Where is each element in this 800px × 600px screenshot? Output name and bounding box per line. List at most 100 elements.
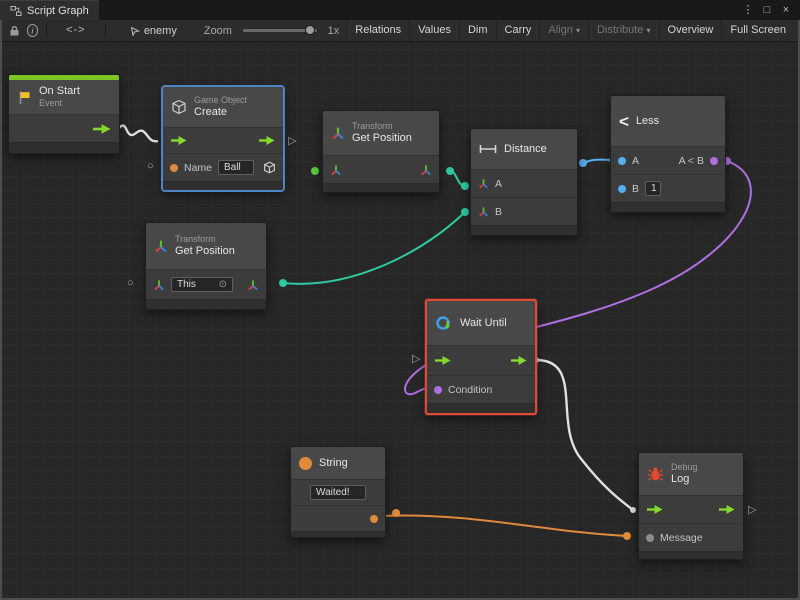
node-header: Transform Get Position (323, 111, 439, 155)
node-get-position-2[interactable]: Transform Get Position This ⊙ (145, 222, 267, 310)
less-b-input-port[interactable] (618, 185, 626, 193)
create-name-circle-port[interactable]: ○ (147, 161, 154, 172)
node-category: Debug (671, 462, 698, 473)
tab-script-graph[interactable]: Script Graph (0, 0, 99, 20)
node-string-literal[interactable]: String Waited! (290, 446, 386, 538)
position-output-port[interactable] (420, 164, 432, 176)
wire-getposition2-to-distance-b[interactable] (283, 212, 465, 284)
carry-button[interactable]: Carry (496, 20, 540, 41)
flow-in-port[interactable] (170, 135, 188, 146)
transform-input-port[interactable] (330, 164, 342, 176)
vector-a-input-port[interactable] (478, 178, 489, 189)
graph-canvas[interactable]: ▷ ▷ ▷ ○ ○ On Start Event (2, 42, 798, 597)
distribute-button[interactable]: Distribute ▾ (588, 20, 659, 41)
close-icon[interactable]: × (778, 1, 794, 19)
input-a-label: A (495, 178, 502, 190)
name-label: Name (184, 162, 212, 174)
flow-out-port[interactable] (92, 123, 112, 135)
node-on-start-event[interactable]: On Start Event (8, 74, 120, 154)
expand-collapse-button[interactable]: <-> (52, 20, 100, 41)
flag-icon (17, 90, 32, 105)
node-category: Game Object (194, 95, 247, 106)
getposition1-input-port[interactable] (311, 167, 319, 175)
bug-icon (647, 467, 664, 482)
flow-in-port[interactable] (434, 355, 452, 366)
vector-b-input-port[interactable] (478, 206, 489, 217)
graph-name[interactable]: enemy (144, 25, 177, 37)
flow-in-port[interactable] (646, 504, 664, 515)
flow-out-port[interactable] (718, 504, 736, 515)
node-title: Wait Until (460, 317, 507, 329)
node-wait-until[interactable]: Wait Until Condition (425, 299, 537, 415)
waituntil-flow-in-triangle-port[interactable]: ▷ (412, 354, 420, 365)
wire-onstart-to-create[interactable] (119, 126, 158, 142)
less-a-input-port[interactable] (618, 157, 626, 165)
node-header: Game Object Create (163, 87, 283, 127)
transform-input-port[interactable] (153, 279, 165, 291)
node-header: < Less (611, 96, 725, 146)
node-footer (471, 225, 577, 235)
dim-button[interactable]: Dim (459, 20, 496, 41)
flow-out-port[interactable] (258, 135, 276, 146)
node-footer (291, 531, 385, 537)
node-footer (427, 403, 535, 413)
zoom-slider-handle[interactable] (305, 25, 315, 35)
this-target-field[interactable]: This ⊙ (171, 277, 233, 292)
string-output-port[interactable] (370, 515, 378, 523)
condition-input-port[interactable] (434, 386, 442, 394)
node-title: Log (671, 473, 698, 486)
name-value-field[interactable]: Ball (218, 160, 254, 175)
this-value: This (177, 278, 196, 291)
node-category: Transform (175, 234, 235, 245)
relations-button[interactable]: Relations (346, 20, 409, 41)
position-output-port[interactable] (247, 279, 259, 291)
maximize-icon[interactable]: □ (759, 1, 775, 19)
wire-distance-to-less-a[interactable] (583, 160, 613, 163)
less-result-output-port[interactable] (710, 157, 718, 165)
node-title: Distance (504, 143, 547, 155)
window-menu-icon[interactable]: ⋮ (740, 1, 756, 19)
node-get-position-1[interactable]: Transform Get Position (322, 110, 440, 193)
b-value-field[interactable]: 1 (645, 181, 661, 196)
lock-icon[interactable] (6, 21, 24, 41)
node-header: Distance (471, 129, 577, 169)
distance-ruler-icon (479, 144, 497, 154)
string-icon (299, 457, 312, 470)
message-label: Message (660, 532, 703, 544)
wire-getposition1-to-distance-a[interactable] (450, 171, 465, 186)
zoom-slider[interactable] (243, 29, 317, 32)
node-title: Less (636, 115, 659, 127)
name-input-port[interactable] (170, 164, 178, 172)
log-flow-out-triangle-port[interactable]: ▷ (748, 505, 756, 516)
fullscreen-button[interactable]: Full Screen (721, 20, 794, 41)
values-button[interactable]: Values (409, 20, 459, 41)
node-footer (611, 202, 725, 212)
chevron-down-icon: ▾ (647, 26, 651, 35)
string-value-field[interactable]: Waited! (310, 485, 366, 500)
node-footer (146, 299, 266, 309)
getposition2-circle-port[interactable]: ○ (127, 278, 134, 289)
create-flow-out-triangle-port[interactable]: ▷ (288, 136, 296, 147)
script-graph-icon (10, 5, 22, 17)
wire-string-to-log-message[interactable] (381, 515, 627, 536)
node-title: String (319, 457, 348, 469)
wire-waituntil-to-log[interactable] (536, 360, 633, 510)
overview-button[interactable]: Overview (659, 20, 722, 41)
gameobject-output-port[interactable] (263, 161, 276, 174)
node-distance[interactable]: Distance A B (470, 128, 578, 236)
flow-out-port[interactable] (510, 355, 528, 366)
info-icon[interactable]: i (27, 24, 39, 37)
toolbar-separator (46, 24, 47, 38)
node-less[interactable]: < Less A A < B B 1 (610, 95, 726, 213)
window-controls: ⋮ □ × (740, 0, 800, 20)
distribute-label: Distribute (597, 24, 643, 36)
node-create-gameobject[interactable]: Game Object Create Name Ball (162, 86, 284, 191)
align-button[interactable]: Align ▾ (539, 20, 588, 41)
less-than-icon: < (619, 113, 629, 130)
message-input-port[interactable] (646, 534, 654, 542)
node-debug-log[interactable]: Debug Log Message (638, 452, 744, 560)
graph-pointer-icon (126, 21, 144, 41)
graph-toolbar: i <-> enemy Zoom 1x Relations Values Dim… (2, 20, 798, 42)
node-subtitle: Event (39, 98, 80, 109)
wait-clock-icon (435, 315, 453, 332)
